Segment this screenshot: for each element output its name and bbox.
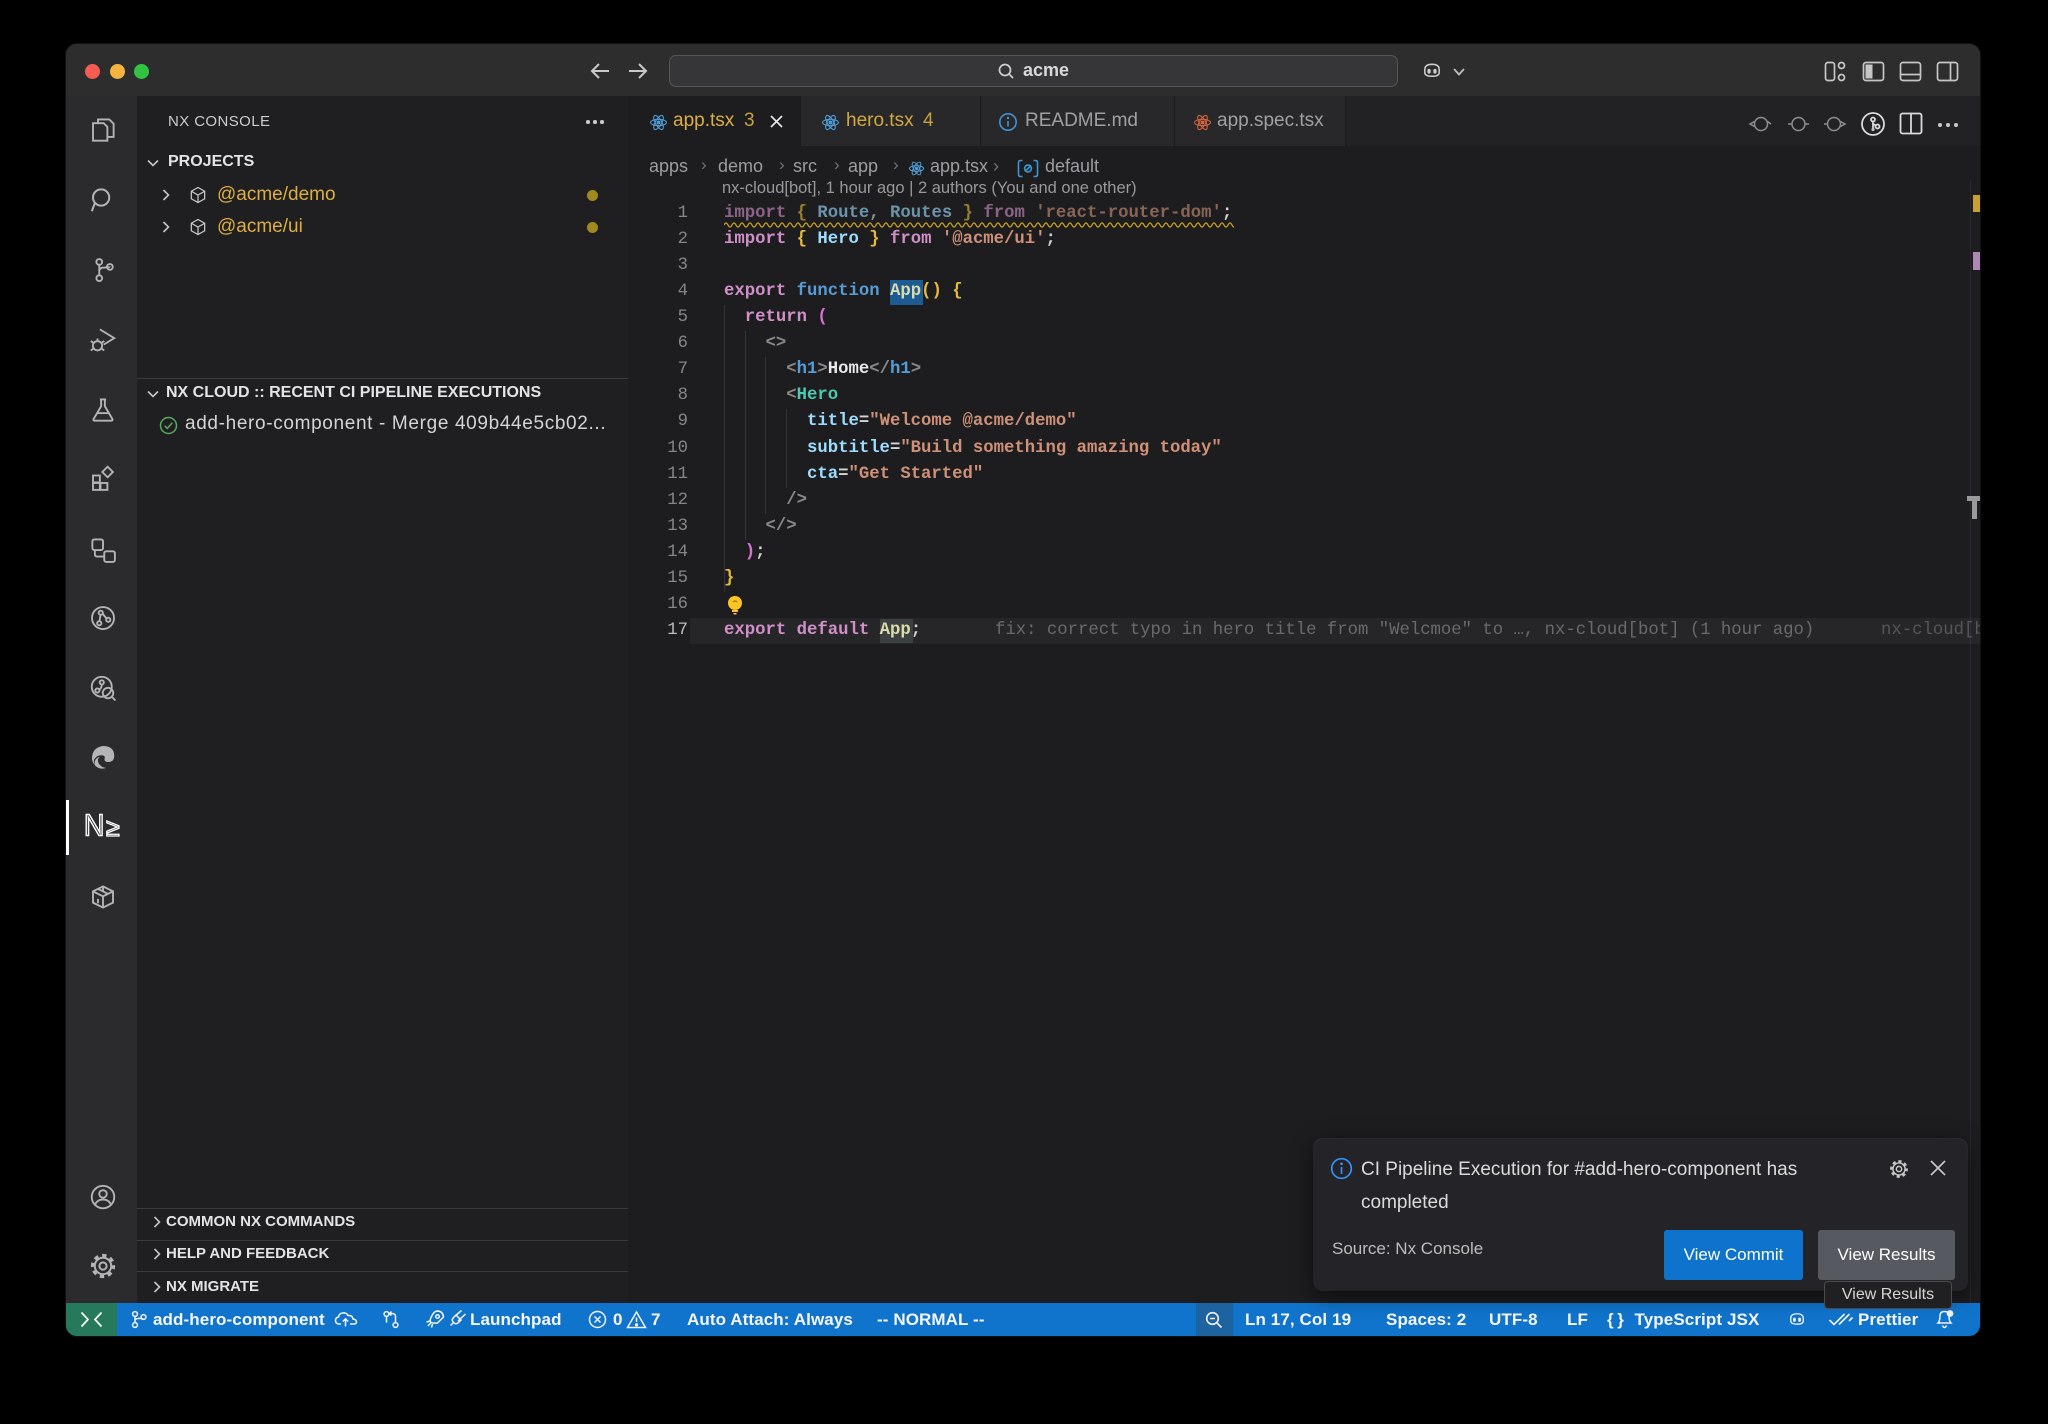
svg-text:N: N bbox=[84, 809, 105, 841]
svg-text:≥: ≥ bbox=[106, 814, 120, 841]
